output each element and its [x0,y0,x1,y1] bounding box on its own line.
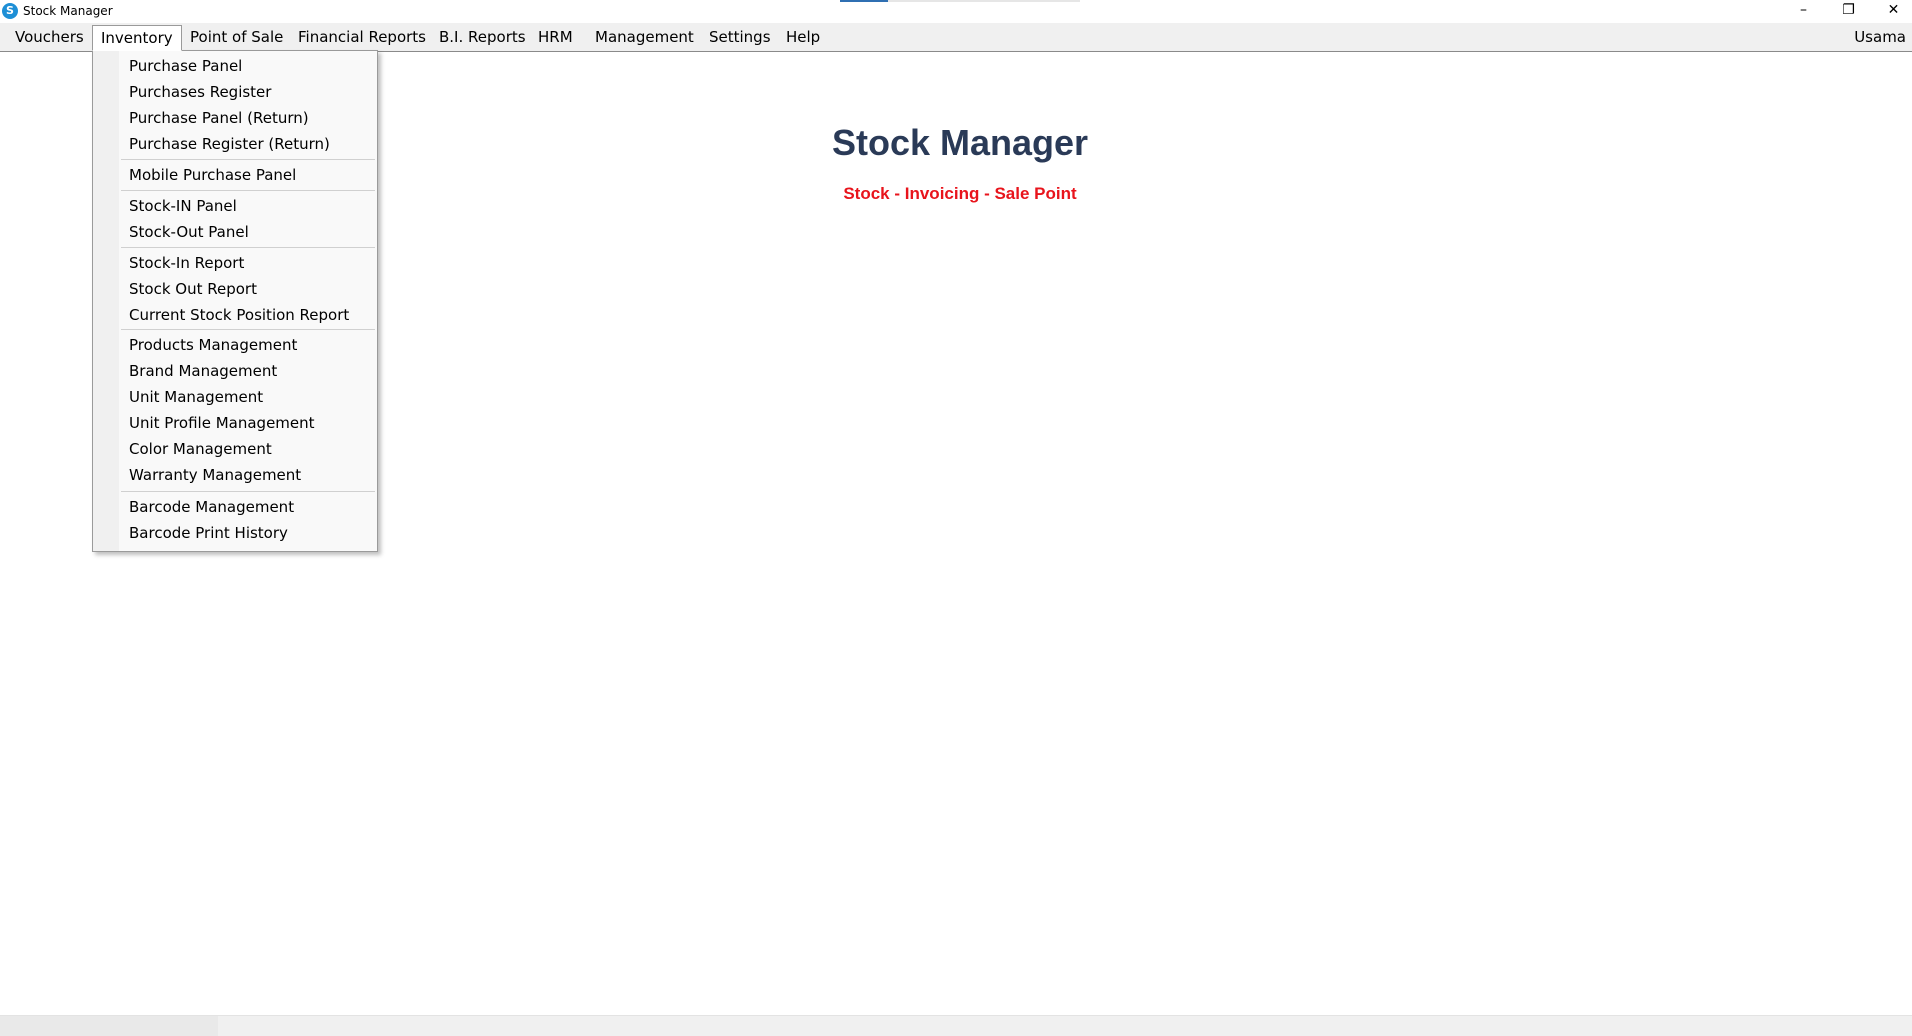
menu-separator [121,329,375,330]
menu-item-purchases-register[interactable]: Purchases Register [93,79,377,105]
menu-item-unit-profile-management[interactable]: Unit Profile Management [93,410,377,436]
menu-item-stock-in-report[interactable]: Stock-In Report [93,250,377,276]
current-user-label: Usama [1854,28,1906,46]
menu-separator [121,491,375,492]
menu-separator [121,159,375,160]
window-titlebar: S Stock Manager – ❐ ✕ [0,0,1912,23]
menu-group-barcode: Barcode Management Barcode Print History [93,494,377,546]
menu-management[interactable]: Management [587,26,702,48]
menu-financial-reports[interactable]: Financial Reports [290,26,434,48]
inventory-dropdown-menu: Purchase Panel Purchases Register Purcha… [92,50,378,552]
menu-separator [121,190,375,191]
app-heading: Stock Manager [831,122,1089,163]
minimize-button[interactable]: – [1781,0,1826,22]
menu-item-brand-management[interactable]: Brand Management [93,358,377,384]
menu-item-stock-out-report[interactable]: Stock Out Report [93,276,377,302]
loading-progress-fill [840,0,888,2]
menu-settings[interactable]: Settings [701,26,779,48]
menu-item-current-stock-position-report[interactable]: Current Stock Position Report [93,302,377,328]
loading-progress-bar [840,0,1080,2]
menu-item-mobile-purchase-panel[interactable]: Mobile Purchase Panel [93,162,377,188]
menu-bi-reports[interactable]: B.I. Reports [431,26,534,48]
status-bar [0,1015,1912,1036]
menu-vouchers[interactable]: Vouchers [7,26,92,48]
menu-item-stock-in-panel[interactable]: Stock-IN Panel [93,193,377,219]
menu-item-products-management[interactable]: Products Management [93,332,377,358]
menu-group-purchases: Purchase Panel Purchases Register Purcha… [93,53,377,157]
menu-item-purchase-panel-return[interactable]: Purchase Panel (Return) [93,105,377,131]
window-title: Stock Manager [23,4,113,18]
menu-help[interactable]: Help [778,26,828,48]
close-button[interactable]: ✕ [1871,0,1912,22]
menu-item-barcode-print-history[interactable]: Barcode Print History [93,520,377,546]
menu-inventory[interactable]: Inventory [92,25,182,51]
menu-group-product-setup: Products Management Brand Management Uni… [93,332,377,488]
menu-separator [121,247,375,248]
app-tagline: Stock - Invoicing - Sale Point [843,184,1077,203]
menu-point-of-sale[interactable]: Point of Sale [182,26,291,48]
menu-item-unit-management[interactable]: Unit Management [93,384,377,410]
menu-item-purchase-register-return[interactable]: Purchase Register (Return) [93,131,377,157]
menu-item-color-management[interactable]: Color Management [93,436,377,462]
menu-hrm[interactable]: HRM [530,26,581,48]
restore-button[interactable]: ❐ [1826,0,1871,22]
status-bar-pane [0,1016,218,1036]
menu-item-warranty-management[interactable]: Warranty Management [93,462,377,488]
menu-item-barcode-management[interactable]: Barcode Management [93,494,377,520]
menu-group-stock-panels: Stock-IN Panel Stock-Out Panel [93,193,377,245]
menu-group-mobile: Mobile Purchase Panel [93,162,377,188]
menu-group-stock-reports: Stock-In Report Stock Out Report Current… [93,250,377,328]
app-logo-icon: S [2,3,18,19]
menu-bar: Vouchers Inventory Point of Sale Financi… [0,23,1912,52]
menu-item-stock-out-panel[interactable]: Stock-Out Panel [93,219,377,245]
menu-item-purchase-panel[interactable]: Purchase Panel [93,53,377,79]
